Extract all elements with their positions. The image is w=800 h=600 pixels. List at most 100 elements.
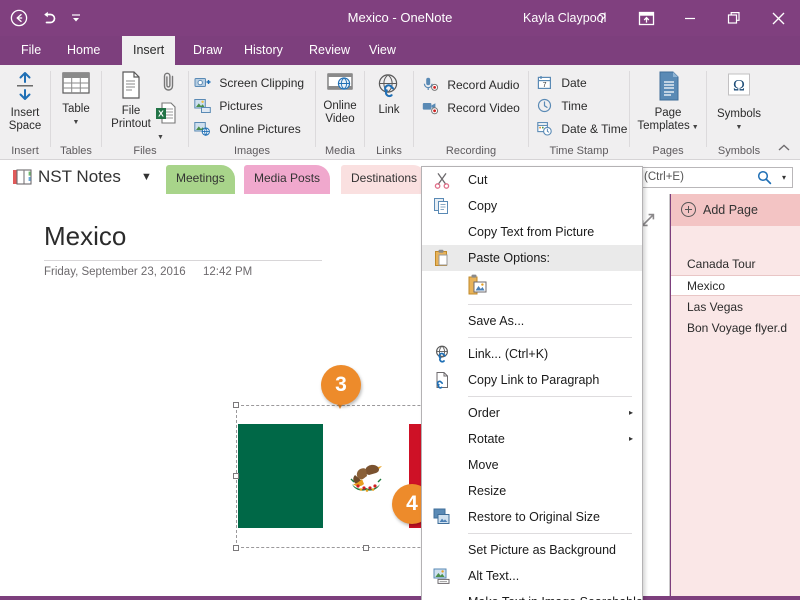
page-title[interactable]: Mexico (44, 221, 126, 252)
ribbon-display-options-icon[interactable] (624, 0, 668, 36)
menu-item-copy-text-from-picture[interactable]: Copy Text from Picture (422, 219, 642, 245)
notebook-dropdown-caret[interactable]: ▼ (141, 160, 152, 194)
menu-item-order[interactable]: Order ▸ (422, 400, 642, 426)
tab-file[interactable]: File (10, 36, 52, 65)
video-camera-icon (422, 100, 439, 118)
group-label-insert: Insert (11, 145, 39, 157)
tab-history[interactable]: History (233, 36, 294, 65)
menu-item-copy[interactable]: Copy (422, 193, 642, 219)
microphone-icon (422, 77, 439, 95)
section-tab-destinations[interactable]: Destinations (341, 165, 428, 195)
menu-item-cut[interactable]: Cut (422, 167, 642, 193)
page-list-item-las-vegas[interactable]: Las Vegas (671, 297, 800, 318)
submenu-arrow-icon: ▸ (628, 408, 633, 417)
svg-text:X: X (158, 108, 164, 118)
insert-space-button[interactable]: Insert Space (0, 71, 50, 133)
menu-item-resize[interactable]: Resize (422, 478, 642, 504)
table-dropdown-caret[interactable]: ▼ (51, 116, 101, 129)
attach-file-button[interactable] (160, 71, 178, 96)
menu-item-alt-text[interactable]: Alt Text... (422, 563, 642, 589)
paperclip-icon (160, 71, 178, 96)
search-scope-caret[interactable]: ▾ (782, 168, 786, 187)
add-page-plus-icon (681, 202, 696, 217)
date-time-button[interactable]: Date & Time (537, 121, 627, 139)
ribbon-group-links: Link Links (365, 65, 413, 160)
close-button[interactable] (756, 0, 800, 36)
submenu-arrow-icon: ▸ (629, 589, 633, 600)
spreadsheet-dropdown-caret[interactable]: ▼ (157, 134, 164, 141)
pictures-button[interactable]: Pictures (194, 98, 263, 116)
screen-clipping-button[interactable]: Screen Clipping (194, 75, 304, 93)
page-templates-dropdown-caret[interactable]: ▼ (690, 124, 699, 131)
notebook-name[interactable]: NST Notes (38, 160, 121, 194)
online-video-button[interactable]: Online Video (316, 71, 364, 126)
copy-icon (433, 197, 451, 215)
page-templates-button[interactable]: Page Templates ▼ (630, 70, 706, 134)
spreadsheet-excel-icon: X (154, 101, 178, 128)
online-video-label-1: Online (323, 100, 357, 112)
link-button[interactable]: Link (365, 73, 413, 117)
menu-item-rotate[interactable]: Rotate ▸ (422, 426, 642, 452)
link-label: Link (378, 104, 400, 116)
resize-handle-sw[interactable] (233, 545, 239, 551)
file-printout-icon (118, 70, 144, 104)
menu-item-make-text-in-image-searchable[interactable]: Make Text in Image Searchable ▸ (422, 589, 643, 600)
copy-link-icon (433, 371, 451, 389)
customize-quick-access-icon[interactable] (70, 12, 82, 24)
menu-item-link[interactable]: Link... (Ctrl+K) (422, 341, 642, 367)
pictures-icon (194, 98, 211, 116)
tab-draw[interactable]: Draw (182, 36, 233, 65)
add-page-button[interactable]: Add Page (671, 194, 800, 226)
search-icon[interactable] (757, 170, 772, 188)
menu-label-restore-size: Restore to Original Size (468, 510, 601, 524)
table-button[interactable]: Table ▼ (51, 71, 101, 129)
alt-text-icon (433, 567, 451, 585)
undo-icon[interactable] (40, 10, 58, 26)
tab-insert[interactable]: Insert (122, 36, 176, 65)
help-button[interactable]: ? (580, 0, 624, 36)
resize-handle-w[interactable] (233, 473, 239, 479)
record-video-label: Record Video (447, 101, 520, 116)
minimize-button[interactable] (668, 0, 712, 36)
menu-item-save-as[interactable]: Save As... (422, 308, 642, 334)
omega-symbol-icon: Ω (723, 73, 755, 107)
ribbon-group-pages: Page Templates ▼ Pages (630, 65, 706, 160)
menu-item-move[interactable]: Move (422, 452, 642, 478)
record-video-button[interactable]: Record Video (422, 100, 520, 118)
search-input[interactable]: (Ctrl+E) (644, 168, 684, 187)
insert-space-icon (14, 71, 36, 105)
menu-item-restore-to-original-size[interactable]: Restore to Original Size (422, 504, 642, 530)
resize-handle-nw[interactable] (233, 402, 239, 408)
search-box[interactable]: (Ctrl+E) ▾ (637, 167, 793, 188)
time-button[interactable]: Time (537, 98, 588, 116)
file-printout-button[interactable]: File Printout (102, 70, 160, 131)
resize-handle-s[interactable] (363, 545, 369, 551)
time-label: Time (561, 99, 588, 114)
record-audio-button[interactable]: Record Audio (422, 77, 519, 95)
menu-item-set-picture-as-background[interactable]: Set Picture as Background (422, 537, 642, 563)
date-button[interactable]: 7 Date (537, 75, 587, 93)
page-time[interactable]: 12:42 PM (203, 266, 252, 278)
symbols-dropdown-caret[interactable]: ▼ (707, 121, 771, 134)
submenu-arrow-icon: ▸ (628, 434, 633, 443)
screen-clipping-icon (194, 75, 211, 93)
restore-window-icon[interactable] (712, 0, 756, 36)
section-tab-meetings[interactable]: Meetings (166, 165, 235, 194)
online-pictures-button[interactable]: Online Pictures (194, 121, 301, 139)
spreadsheet-button[interactable]: X ▼ (154, 101, 188, 142)
collapse-ribbon-chevron-icon[interactable] (777, 142, 791, 156)
paste-picture-icon[interactable] (466, 273, 490, 300)
ribbon-group-recording: Record Audio Record Video Recording (414, 65, 528, 160)
section-tab-media-posts[interactable]: Media Posts (244, 165, 331, 194)
menu-item-copy-link-to-paragraph[interactable]: Copy Link to Paragraph (422, 367, 642, 393)
page-list-item-bon-voyage[interactable]: Bon Voyage flyer.d (671, 318, 800, 339)
tab-view[interactable]: View (358, 36, 407, 65)
back-circle-icon[interactable] (10, 9, 28, 27)
page-list-item-mexico[interactable]: Mexico (671, 275, 800, 296)
page-date[interactable]: Friday, September 23, 2016 (44, 266, 186, 278)
tab-review[interactable]: Review (298, 36, 361, 65)
page-list-item-canada-tour[interactable]: Canada Tour (671, 254, 800, 275)
tab-home[interactable]: Home (56, 36, 111, 65)
menu-header-paste-options: Paste Options: (422, 245, 642, 271)
symbols-button[interactable]: Ω Symbols ▼ (707, 73, 771, 134)
